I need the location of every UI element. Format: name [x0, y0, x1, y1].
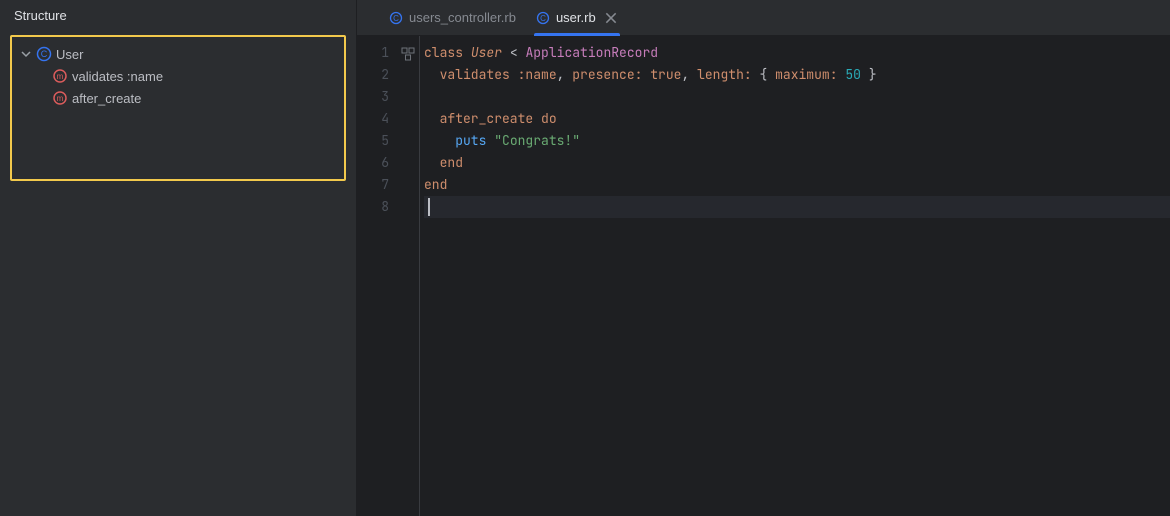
close-icon[interactable]: [604, 11, 618, 25]
code-content[interactable]: class User < ApplicationRecord validates…: [420, 36, 1170, 516]
line-number: 3: [357, 86, 389, 108]
code-line: class User < ApplicationRecord: [424, 42, 1170, 64]
tree-node-validates[interactable]: m validates :name: [12, 65, 344, 87]
editor-area: C users_controller.rb C user.rb 1 2 3 4 …: [357, 0, 1170, 516]
line-number: 4: [357, 108, 389, 130]
structure-panel: Structure C User m validates :name m aft…: [0, 0, 357, 516]
line-number: 2: [357, 64, 389, 86]
structure-title: Structure: [0, 0, 356, 31]
svg-text:m: m: [57, 94, 64, 103]
svg-text:C: C: [540, 14, 546, 23]
line-number: 8: [357, 196, 389, 218]
method-icon: m: [52, 90, 68, 106]
code-editor[interactable]: 1 2 3 4 5 6 7 8 class User < Application…: [357, 36, 1170, 516]
code-line-current: [424, 196, 1170, 218]
tree-node-label: validates :name: [72, 69, 163, 84]
tree-node-after-create[interactable]: m after_create: [12, 87, 344, 109]
ruby-class-icon: C: [536, 11, 550, 25]
caret: [428, 198, 430, 216]
tree-node-user[interactable]: C User: [12, 43, 344, 65]
tab-user[interactable]: C user.rb: [526, 0, 628, 36]
tree-node-label: after_create: [72, 91, 141, 106]
svg-text:C: C: [393, 14, 399, 23]
gutter-icons: [397, 42, 419, 516]
method-icon: m: [52, 68, 68, 84]
ruby-class-icon: C: [389, 11, 403, 25]
svg-text:C: C: [41, 49, 48, 59]
class-icon: C: [36, 46, 52, 62]
tab-label: users_controller.rb: [409, 10, 516, 25]
code-line: validates :name, presence: true, length:…: [424, 64, 1170, 86]
code-line: end: [424, 174, 1170, 196]
code-line: [424, 86, 1170, 108]
svg-text:m: m: [57, 72, 64, 81]
tab-users-controller[interactable]: C users_controller.rb: [379, 0, 526, 36]
code-line: puts "Congrats!": [424, 130, 1170, 152]
gutter: 1 2 3 4 5 6 7 8: [357, 36, 420, 516]
code-line: end: [424, 152, 1170, 174]
tab-label: user.rb: [556, 10, 596, 25]
line-number: 1: [357, 42, 389, 64]
line-number: 5: [357, 130, 389, 152]
structure-tree-highlighted: C User m validates :name m after_create: [10, 35, 346, 181]
line-number: 6: [357, 152, 389, 174]
line-numbers: 1 2 3 4 5 6 7 8: [357, 42, 397, 516]
inheritors-icon[interactable]: [401, 46, 415, 60]
tree-node-label: User: [56, 47, 83, 62]
code-line: after_create do: [424, 108, 1170, 130]
tab-bar: C users_controller.rb C user.rb: [357, 0, 1170, 36]
line-number: 7: [357, 174, 389, 196]
chevron-down-icon[interactable]: [18, 46, 34, 62]
